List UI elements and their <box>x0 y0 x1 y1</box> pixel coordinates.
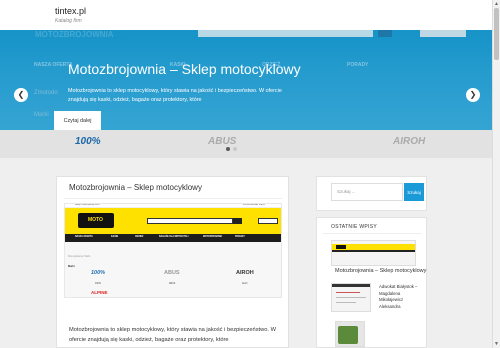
slider-dots <box>226 147 237 151</box>
recent-post-title[interactable]: Adwokat Białystok – Magdalena Mikołajewi… <box>379 284 419 310</box>
shot-brand-abus: ABUS <box>164 270 180 276</box>
slide-title: Motozbrojownia – Sklep motocyklowy <box>68 61 301 77</box>
thumb-nav <box>332 250 415 252</box>
divider <box>323 233 422 234</box>
shot-nav-item: PORADY <box>235 236 245 238</box>
recent-post-thumbnail[interactable] <box>331 283 371 312</box>
shot-header: MOTO <box>65 208 281 234</box>
divider <box>64 198 282 199</box>
slide-text: Motozbrojownia to sklep motocyklowy, któ… <box>68 88 282 103</box>
shot-brand-alpine: ALPINE <box>91 290 108 295</box>
hero-slider: MOTOZBROJOWNIA NASZA OFERTA KASKI ODZIEŻ… <box>0 30 492 158</box>
scrollbar-thumb[interactable] <box>494 8 499 60</box>
shot-cart <box>258 218 278 224</box>
thumb-line <box>336 292 360 293</box>
search-input[interactable]: Szukaj ... <box>331 183 403 201</box>
shot-nav-item: BAGAŻE DLA MOTOCYKLI <box>159 236 189 238</box>
prev-slide-icon[interactable]: ❮ <box>14 88 28 102</box>
shot-brand-caption: Airoh <box>242 283 248 285</box>
recent-posts-title: OSTATNIE WPISY <box>331 224 377 230</box>
shot-nav: NASZA OFERTA KASKI ODZIEŻ BAGAŻE DLA MOT… <box>65 234 281 242</box>
thumb-photo <box>338 326 358 344</box>
thumb-bar <box>332 284 370 287</box>
thumb-logo <box>336 245 346 249</box>
shot-brand-100: 100% <box>91 270 106 276</box>
shot-nav-item: ODZIEŻ <box>135 236 144 238</box>
shot-nav-item: MOTOPORADNIK <box>203 236 223 238</box>
shot-brand-caption: 100% <box>95 283 101 285</box>
slider-dot[interactable] <box>233 147 237 151</box>
slider-dot[interactable] <box>226 147 230 151</box>
recent-post-thumbnail[interactable] <box>335 321 365 347</box>
site-tagline: Katalog firm <box>55 18 82 24</box>
next-slide-icon[interactable]: ❯ <box>466 88 480 102</box>
recent-posts-widget: OSTATNIE WPISY Motozbrojownia – Sklep mo… <box>316 217 427 348</box>
shot-logo: MOTO <box>78 213 114 228</box>
recent-post-thumbnail[interactable] <box>331 240 416 266</box>
article-excerpt: Motozbrojownia to sklep motocyklowy, któ… <box>69 327 276 343</box>
shot-section-title: Marki <box>68 265 75 268</box>
thumb-line <box>336 297 366 298</box>
scroll-down-icon[interactable]: ▼ <box>494 341 499 347</box>
read-more-button[interactable]: Czytaj dalej <box>54 111 101 130</box>
shot-topbar-right: Pomoc/kontakt Log in <box>243 204 266 206</box>
shot-brand-caption: ABUS <box>169 283 176 285</box>
site-title[interactable]: tintex.pl <box>55 6 86 16</box>
shot-nav-item: KASKI <box>111 236 119 238</box>
thumb-line <box>336 302 356 303</box>
search-widget: Szukaj ... Szukaj <box>316 176 427 211</box>
article-title[interactable]: Motozbrojownia – Sklep motocyklowy <box>69 183 202 192</box>
scroll-up-icon[interactable]: ▲ <box>494 1 499 7</box>
page-scrollbar[interactable]: ▲ ▼ <box>492 0 500 348</box>
site-header: tintex.pl Katalog firm <box>0 0 492 30</box>
recent-post-title[interactable]: Motozbrojownia – Sklep motocyklowy <box>335 268 426 274</box>
shot-nav-item: NASZA OFERTA <box>75 236 93 238</box>
shot-topbar-left: Sklep motocyklowy Film <box>75 204 100 206</box>
article-featured-image[interactable]: Sklep motocyklowy Film Pomoc/kontakt Log… <box>64 203 282 298</box>
shot-search-button <box>233 218 242 224</box>
shot-brand-airoh: AIROH <box>236 270 254 276</box>
article-card: Motozbrojownia – Sklep motocyklowy Sklep… <box>56 176 289 348</box>
search-button[interactable]: Szukaj <box>404 183 424 201</box>
shot-search <box>147 218 233 224</box>
shot-breadcrumb: Strona główna / Marki <box>68 256 91 258</box>
